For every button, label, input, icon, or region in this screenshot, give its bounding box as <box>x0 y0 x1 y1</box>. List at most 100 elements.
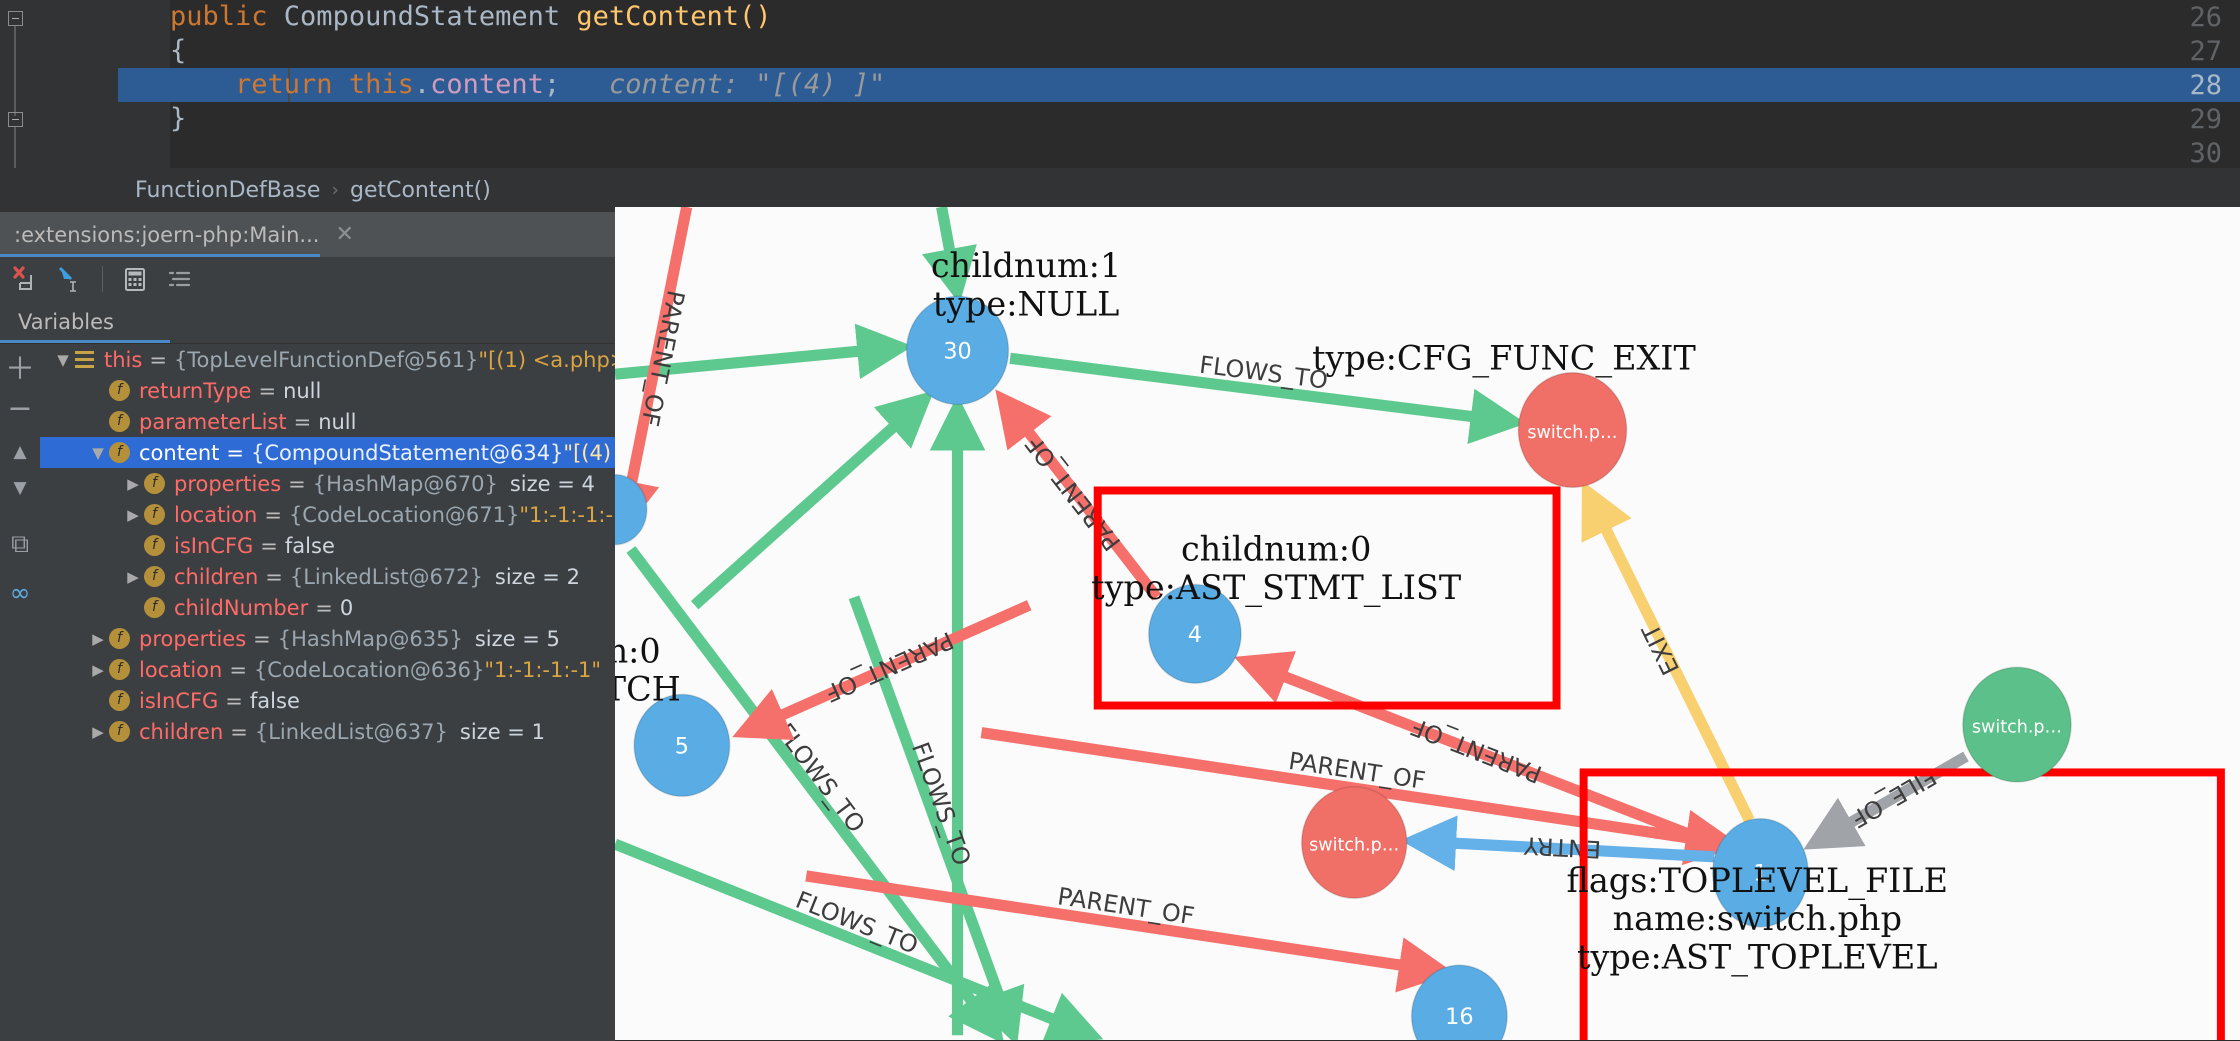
field-icon: f <box>109 690 130 711</box>
fold-marker-29[interactable] <box>8 112 23 127</box>
copy-value-button[interactable]: ⧉ <box>4 528 36 560</box>
debugger-panel: :extensions:joern-php:Main... ✕ Variable… <box>0 212 615 1041</box>
move-down-button[interactable]: ▼ <box>4 472 36 504</box>
breadcrumb[interactable]: FunctionDefBase › getContent() <box>0 168 2240 212</box>
field-icon: f <box>109 380 130 401</box>
variable-null-value: null <box>283 378 322 403</box>
node-circle[interactable] <box>615 473 648 546</box>
variable-name: children <box>174 564 259 589</box>
variable-primitive-value: false <box>249 688 300 713</box>
chevron-down-icon[interactable]: ▼ <box>52 351 74 369</box>
ide-window: 26 27 28 29 30 public CompoundStatement … <box>0 0 2240 1041</box>
graph-edge[interactable]: FLOWS_TO <box>615 838 1104 1040</box>
chevron-right-icon[interactable]: ▶ <box>87 661 109 679</box>
line-number-29: 29 <box>2189 104 2222 135</box>
graph-node[interactable]: 16 <box>1410 964 1508 1040</box>
add-watch-button[interactable]: ＋ <box>4 350 36 387</box>
edge-label: ENTRY <box>1523 831 1602 863</box>
move-up-button[interactable]: ▲ <box>4 436 36 468</box>
code-line-28[interactable]: return this.content; content: "[(4) ]" <box>170 68 885 102</box>
graph-node[interactable]: 4 childnum:0type:AST_STMT_LIST <box>1091 530 1461 685</box>
node-annotation: flags:TOPLEVEL_FILE <box>1567 861 1948 901</box>
remove-watch-button[interactable]: − <box>4 391 36 426</box>
variable-row[interactable]: ▶freturnType=null <box>40 375 615 406</box>
node-annotation: type:AST_TOPLEVEL <box>1577 937 1937 977</box>
chevron-right-icon[interactable]: ▶ <box>87 630 109 648</box>
object-icon <box>74 349 95 370</box>
close-icon[interactable]: ✕ <box>335 223 353 246</box>
variable-reference: {TopLevelFunctionDef@561} <box>173 347 479 372</box>
variable-name: parameterList <box>139 409 287 434</box>
graph-node[interactable]: switch.p… <box>1961 666 2072 783</box>
variable-reference: {CompoundStatement@634} <box>251 440 564 465</box>
assignment-operator: = <box>229 657 247 682</box>
node-label: 5 <box>675 733 689 759</box>
code-line-26[interactable]: public CompoundStatement getContent() <box>170 0 771 34</box>
variable-row[interactable]: ▶ f location = {CodeLocation@636} "1:-1:-1:-… <box>40 654 615 685</box>
chevron-right-icon[interactable]: ▶ <box>122 506 144 524</box>
force-step-into-icon[interactable] <box>4 259 48 299</box>
breadcrumb-item-method[interactable]: getContent() <box>350 178 491 203</box>
inspect-button[interactable]: ∞ <box>4 576 36 608</box>
variable-row[interactable]: ▶fisInCFG=false <box>40 685 615 716</box>
chevron-right-icon[interactable]: ▶ <box>87 723 109 741</box>
variables-body: ＋ − ▲ ▼ ⧉ ∞ ▼ this = {TopLevelFunctionDef@5… <box>0 344 615 1041</box>
variable-row[interactable]: ▶ f properties = {HashMap@635} size = 5 <box>40 623 615 654</box>
variable-primitive-value: 0 <box>339 595 354 620</box>
graph-node[interactable]: switch.p… <box>1300 785 1408 900</box>
breadcrumb-item-class[interactable]: FunctionDefBase <box>135 178 320 203</box>
graph-visualization-pane[interactable]: FLOWS_TO PARENT_OF PARENT_OF FLOWS_TO FLOWS_… <box>615 207 2240 1040</box>
graph-edge[interactable]: PARENT_OF <box>732 600 1032 740</box>
evaluate-expression-icon[interactable] <box>113 259 157 299</box>
edge-label: PARENT_OF <box>1407 712 1546 788</box>
variable-size: size = 2 <box>494 564 580 589</box>
field-icon: f <box>109 442 130 463</box>
graph-canvas[interactable]: FLOWS_TOPARENT_OFPARENT_OFFLOWS_TO FLOWS_… <box>615 207 2240 1040</box>
variable-name: properties <box>139 626 247 651</box>
node-annotation: type:CFG_FUNC_EXIT <box>1312 338 1696 378</box>
fold-marker-26[interactable] <box>8 11 23 26</box>
graph-node[interactable] <box>615 473 648 546</box>
variable-null-value: null <box>318 409 357 434</box>
assignment-operator: = <box>230 719 248 744</box>
code-line-27[interactable]: { <box>170 34 186 68</box>
field-icon: f <box>109 411 130 432</box>
chevron-down-icon[interactable]: ▼ <box>87 444 109 462</box>
variables-tab-underline <box>0 340 170 343</box>
variables-tree[interactable]: ▼ this = {TopLevelFunctionDef@561} "[(1) <a… <box>40 344 615 1041</box>
variable-name: properties <box>174 471 282 496</box>
variable-size: size = 1 <box>459 719 545 744</box>
node-annotation: name:switch.php <box>1613 899 1902 938</box>
breadcrumb-separator-icon: › <box>331 179 339 201</box>
assignment-operator: = <box>315 595 333 620</box>
graph-node[interactable]: 30 childnum:1type:NULL <box>905 246 1122 406</box>
variable-row[interactable]: ▶ f children = {LinkedList@672} size = 2 <box>40 561 615 592</box>
field-icon: f <box>109 721 130 742</box>
tab-variables-label: Variables <box>18 310 114 334</box>
node-annotation: type:AST_STMT_LIST <box>1091 568 1461 608</box>
field-icon: f <box>144 535 165 556</box>
variable-row[interactable]: ▶fisInCFG=false <box>40 530 615 561</box>
code-editor[interactable]: 26 27 28 29 30 public CompoundStatement … <box>0 0 2240 238</box>
variable-row[interactable]: ▶ f properties = {HashMap@670} size = 4 <box>40 468 615 499</box>
graph-node[interactable]: switch.p… type:CFG_FUNC_EXIT <box>1312 338 1696 489</box>
variable-row[interactable]: ▼ f content = {CompoundStatement@634} "[(4) … <box>40 437 615 468</box>
chevron-right-icon[interactable]: ▶ <box>122 568 144 586</box>
step-into-my-code-icon[interactable] <box>48 259 92 299</box>
variable-row[interactable]: ▶ f children = {LinkedList@637} size = 1 <box>40 716 615 747</box>
tab-variables[interactable]: Variables <box>18 301 114 343</box>
variable-row[interactable]: ▶ f location = {CodeLocation@671} "1:-1:-1:-… <box>40 499 615 530</box>
variable-row[interactable]: ▼ this = {TopLevelFunctionDef@561} "[(1) <a… <box>40 344 615 375</box>
graph-node[interactable]: 1flags:TOPLEVEL_FILEname:switch.phptype:… <box>1567 817 1948 978</box>
assignment-operator: = <box>293 409 312 434</box>
variable-row[interactable]: ▶fparameterList=null <box>40 406 615 437</box>
code-line-29[interactable]: } <box>170 102 186 136</box>
graph-edge[interactable] <box>690 390 934 610</box>
fold-region-line-2 <box>14 127 16 172</box>
settings-lines-icon[interactable] <box>157 259 201 299</box>
edge-label: PARENT_OF <box>635 288 689 429</box>
debug-session-tab[interactable]: :extensions:joern-php:Main... ✕ <box>0 212 368 257</box>
chevron-right-icon[interactable]: ▶ <box>122 475 144 493</box>
variable-row[interactable]: ▶fchildNumber=0 <box>40 592 615 623</box>
variable-name: returnType <box>139 378 252 403</box>
